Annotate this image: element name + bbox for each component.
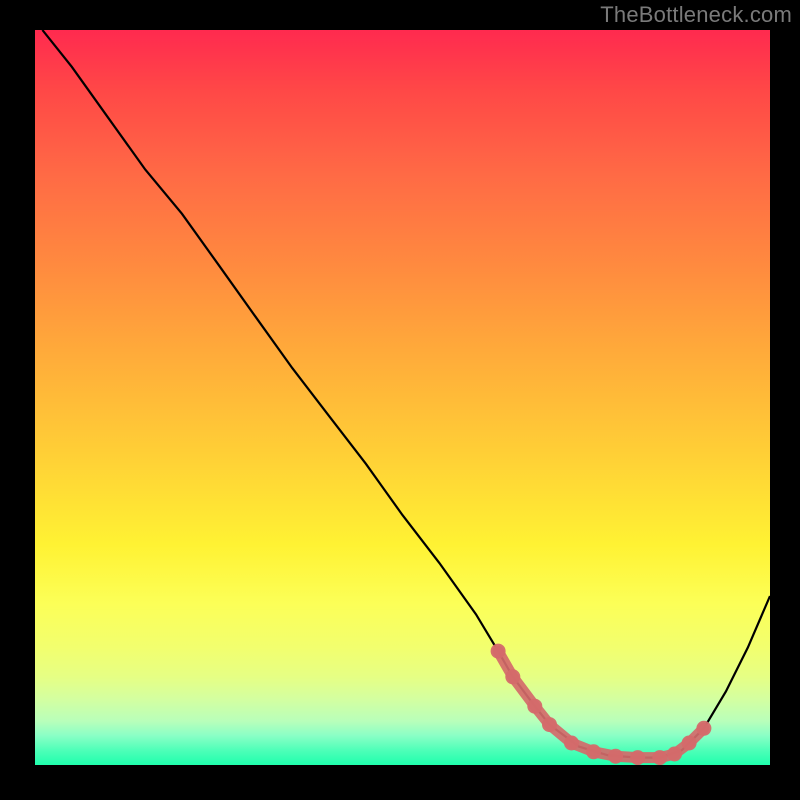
highlight-dot <box>696 721 711 736</box>
highlight-dot <box>667 747 682 762</box>
highlight-dot <box>630 750 645 765</box>
highlight-dot <box>682 736 697 751</box>
highlight-dot <box>652 750 667 765</box>
highlight-dot <box>527 699 542 714</box>
series-curve <box>42 30 770 758</box>
chart-frame: TheBottleneck.com <box>0 0 800 800</box>
highlight-dot <box>564 736 579 751</box>
highlight-dot <box>542 717 557 732</box>
highlight-dot <box>491 644 506 659</box>
watermark-text: TheBottleneck.com <box>600 2 792 28</box>
highlight-dot <box>586 744 601 759</box>
curve-line <box>42 30 770 758</box>
chart-svg <box>35 30 770 765</box>
highlight-dot <box>608 749 623 764</box>
highlight-dot <box>505 669 520 684</box>
plot-area <box>35 30 770 765</box>
series-highlight <box>491 644 712 765</box>
